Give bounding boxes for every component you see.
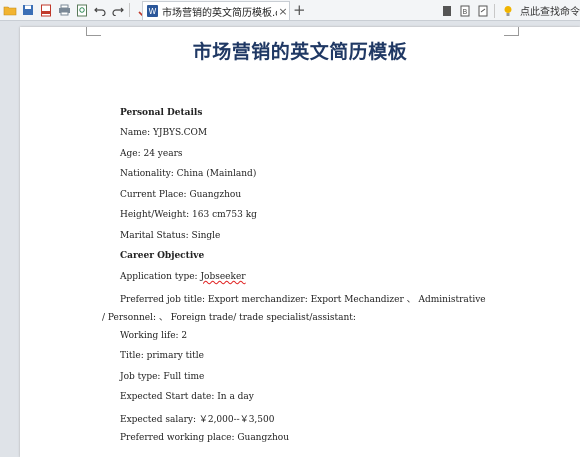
text-line-current-place: Current Place: Guangzhou	[120, 190, 242, 200]
section-heading-personal-details: Personal Details	[120, 108, 203, 118]
text-line-age: Age: 24 years	[120, 149, 183, 159]
text-line-working-life: Working life: 2	[120, 331, 188, 341]
text-line-expected-salary: Expected salary: ￥2,000--￥3,500	[120, 415, 275, 425]
text-line-job-type: Job type: Full time	[120, 372, 205, 382]
save-icon[interactable]	[20, 2, 36, 18]
text-line-expected-start: Expected Start date: In a day	[120, 392, 254, 402]
document-tab[interactable]: W 市场营销的英文简历模板.docx ×	[142, 1, 290, 20]
pdf-icon[interactable]	[38, 2, 54, 18]
undo-icon[interactable]	[92, 2, 108, 18]
document-title: 市场营销的英文简历模板	[192, 41, 408, 63]
text-line-height-weight: Height/Weight: 163 cm753 kg	[120, 210, 257, 220]
text-line-preferred-job-title: Preferred job title: Export merchandizer…	[120, 295, 486, 305]
redo-icon[interactable]	[110, 2, 126, 18]
text-line-title: Title: primary title	[120, 351, 205, 361]
application-type-value: Jobseeker	[200, 272, 246, 282]
text-line-name: Name: YJBYS.COM	[120, 128, 208, 138]
print-icon[interactable]	[56, 2, 72, 18]
lightbulb-icon	[500, 3, 516, 19]
share-icon[interactable]	[475, 3, 491, 19]
add-tab-icon[interactable]: +	[293, 2, 306, 18]
text-line-preferred-job-title-cont: / Personnel: 、 Foreign trade/ trade spec…	[102, 313, 356, 323]
margin-corner-left	[86, 27, 101, 36]
text-line-application-type: Application type: Jobseeker	[120, 272, 246, 282]
document-page[interactable]: 市场营销的英文简历模板 Personal Details Name: YJBYS…	[20, 27, 580, 457]
application-type-label: Application type:	[120, 272, 201, 282]
text-line-marital-status: Marital Status: Single	[120, 231, 221, 241]
folder-icon[interactable]	[2, 2, 18, 18]
close-tab-icon[interactable]: ×	[277, 5, 289, 18]
text-line-nationality: Nationality: China (Mainland)	[120, 169, 257, 179]
document-icon[interactable]: B	[457, 3, 473, 19]
margin-corner-right	[504, 27, 519, 36]
tab-label: 市场营销的英文简历模板.docx	[162, 7, 277, 19]
word-doc-icon: W	[147, 5, 158, 17]
bookmark-icon[interactable]	[439, 3, 455, 19]
text-line-preferred-place: Preferred working place: Guangzhou	[120, 433, 289, 443]
section-heading-career-objective: Career Objective	[120, 251, 205, 261]
preview-icon[interactable]	[74, 2, 90, 18]
toolbar-separator	[129, 3, 130, 17]
document-canvas: 市场营销的英文简历模板 Personal Details Name: YJBYS…	[0, 21, 580, 457]
top-toolbar: W 市场营销的英文简历模板.docx × + B 点此查找命令	[0, 0, 580, 21]
svg-text:B: B	[463, 8, 468, 16]
toolbar-separator-right	[494, 3, 495, 18]
right-toolbar: B 点此查找命令	[437, 0, 580, 21]
find-command-input[interactable]: 点此查找命令	[520, 3, 580, 18]
